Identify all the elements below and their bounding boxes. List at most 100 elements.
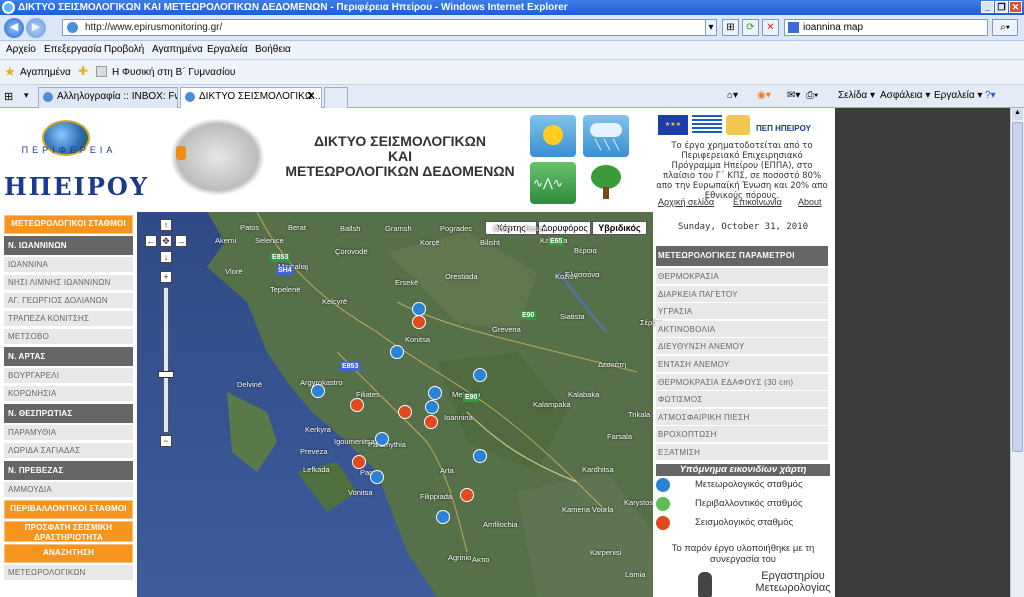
home-icon[interactable]: ⌂▾ (727, 90, 738, 101)
left-menu-item-8[interactable]: ΒΟΥΡΓΑΡΕΛΙ (4, 368, 133, 384)
seismic-station-marker-icon[interactable] (412, 315, 426, 329)
forward-arrow-icon[interactable]: ▶ (26, 18, 46, 38)
tab-mail[interactable]: Αλληλογραφία :: INBOX: Fw... (38, 87, 178, 108)
scroll-thumb[interactable] (1012, 122, 1023, 452)
minimize-button[interactable]: _ (981, 1, 994, 13)
param-item-5[interactable]: ΕΝΤΑΣΗ ΑΝΕΜΟΥ (656, 356, 828, 373)
new-tab-button[interactable] (324, 87, 348, 108)
menu-view[interactable]: Προβολή (104, 44, 144, 55)
favorites-button[interactable]: Αγαπημένα (20, 67, 71, 78)
weather-station-marker-icon[interactable] (436, 510, 450, 524)
param-item-2[interactable]: ΥΓΡΑΣΙΑ (656, 303, 828, 321)
pan-center-icon[interactable]: ✥ (160, 235, 172, 247)
rain-cloud-icon[interactable]: ╲╲╲ (583, 115, 629, 157)
weather-station-marker-icon[interactable] (375, 432, 389, 446)
pan-up-icon[interactable]: ↑ (160, 219, 172, 231)
web-slice-icon[interactable] (96, 66, 107, 77)
print-icon[interactable]: ⎙▾ (806, 90, 818, 101)
maximize-button[interactable]: ❐ (995, 1, 1008, 13)
favorite-link[interactable]: Η Φυσική στη Β΄ Γυμνασίου (112, 67, 235, 78)
left-menu-item-14[interactable]: ΑΜΜΟΥΔΙΑ (4, 482, 133, 498)
vertical-scrollbar[interactable]: ▲ (1010, 108, 1024, 597)
param-item-7[interactable]: ΦΩΤΙΣΜΟΣ (656, 391, 828, 409)
mail-icon[interactable]: ✉▾ (787, 90, 800, 101)
weather-station-marker-icon[interactable] (425, 400, 439, 414)
refresh-icon[interactable]: ⟳ (742, 19, 759, 36)
help-icon[interactable]: ?▾ (985, 90, 996, 101)
left-menu-item-2[interactable]: ΙΩΑΝΝΙΝΑ (4, 257, 133, 273)
pan-left-icon[interactable]: ← (145, 235, 157, 247)
left-menu-item-1[interactable]: Ν. ΙΩΑΝΝΙΝΩΝ (4, 236, 133, 255)
tab-list-icon[interactable]: ▾ (24, 90, 29, 101)
left-menu-item-10[interactable]: Ν. ΘΕΣΠΡΩΤΙΑΣ (4, 404, 133, 423)
left-menu-item-5[interactable]: ΤΡΑΠΕΖΑ ΚΟΝΙΤΣΗΣ (4, 311, 133, 327)
zoom-slider-track[interactable] (163, 287, 169, 433)
param-item-10[interactable]: ΕΞΑΤΜΙΣΗ (656, 444, 828, 461)
scroll-up-icon[interactable]: ▲ (1012, 109, 1023, 120)
feeds-icon[interactable]: ◉▾ (757, 90, 771, 101)
back-arrow-icon[interactable]: ◀ (4, 18, 24, 38)
left-menu-item-13[interactable]: Ν. ΠΡΕΒΕΖΑΣ (4, 461, 133, 480)
param-item-9[interactable]: ΒΡΟΧΟΠΤΩΣΗ (656, 426, 828, 444)
left-menu-item-12[interactable]: ΛΩΡΙΔΑ ΣΑΓΙΑΔΑΣ (4, 443, 133, 459)
search-button-icon[interactable]: ⌕▾ (992, 19, 1018, 36)
safety-menu[interactable]: Ασφάλεια ▾ (880, 90, 930, 101)
param-item-6[interactable]: ΘΕΡΜΟΚΡΑΣΙΑ ΕΔΑΦΟΥΣ (30 cm) (656, 373, 828, 391)
menu-help[interactable]: Βοήθεια (255, 44, 291, 55)
left-menu-item-0[interactable]: ΜΕΤΕΩΡΟΛΟΓΙΚΟΙ ΣΤΑΘΜΟΙ (4, 215, 133, 234)
quick-tabs-icon[interactable]: ⊞ (4, 90, 13, 103)
search-input[interactable]: ioannina map (784, 19, 988, 36)
contact-link[interactable]: Επικοινωνία (733, 197, 782, 207)
param-item-8[interactable]: ΑΤΜΟΣΦΑΙΡΙΚΗ ΠΙΕΣΗ (656, 408, 828, 426)
weather-station-marker-icon[interactable] (428, 386, 442, 400)
pan-right-icon[interactable]: → (175, 235, 187, 247)
menu-file[interactable]: Αρχείο (6, 44, 36, 55)
address-input[interactable]: http://www.epirusmonitoring.gr/ (62, 19, 714, 36)
weather-station-marker-icon[interactable] (473, 449, 487, 463)
tree-icon[interactable] (583, 162, 629, 204)
weather-station-marker-icon[interactable] (390, 345, 404, 359)
param-item-3[interactable]: ΑΚΤΙΝΟΒΟΛΙΑ (656, 320, 828, 338)
close-window-button[interactable]: ✕ (1009, 1, 1022, 13)
map-type-hybrid-button[interactable]: Υβριδικός (592, 221, 647, 235)
pan-down-icon[interactable]: ↓ (160, 251, 172, 263)
left-menu-item-18[interactable]: ΜΕΤΕΩΡΟΛΟΓΙΚΩΝ (4, 565, 133, 581)
param-item-0[interactable]: ΘΕΡΜΟΚΡΑΣΙΑ (656, 268, 828, 285)
page-menu[interactable]: Σελίδα ▾ (838, 90, 875, 101)
zoom-out-icon[interactable]: − (160, 435, 172, 447)
sun-weather-icon[interactable] (530, 115, 576, 157)
seismic-station-marker-icon[interactable] (398, 405, 412, 419)
left-menu-item-6[interactable]: ΜΕΤΣΟΒΟ (4, 329, 133, 345)
left-menu-item-15[interactable]: ΠΕΡΙΒΑΛΛΟΝΤΙΚΟΙ ΣΤΑΘΜΟΙ (4, 500, 133, 519)
menu-favorites[interactable]: Αγαπημένα (152, 44, 203, 55)
menu-tools[interactable]: Εργαλεία (207, 44, 248, 55)
param-item-4[interactable]: ΔΙΕΥΘΥΝΣΗ ΑΝΕΜΟΥ (656, 338, 828, 356)
left-menu-item-3[interactable]: ΝΗΣΙ ΛΙΜΝΗΣ ΙΩΑΝΝΙΝΩΝ (4, 275, 133, 291)
left-menu-item-17[interactable]: ΑΝΑΖΗΤΗΣΗ (4, 544, 133, 563)
seismic-station-marker-icon[interactable] (352, 455, 366, 469)
home-link[interactable]: Αρχική σελίδα (658, 197, 714, 207)
seismograph-icon[interactable]: ∿⋀∿ (530, 162, 576, 204)
left-menu-item-7[interactable]: Ν. ΑΡΤΑΣ (4, 347, 133, 366)
address-dropdown-icon[interactable]: ▾ (705, 19, 717, 36)
left-menu-item-16[interactable]: ΠΡΟΣΦΑΤΗ ΣΕΙΣΜΙΚΗ ΔΡΑΣΤΗΡΙΟΤΗΤΑ (4, 521, 133, 542)
add-favorite-icon[interactable]: ✚ (78, 64, 88, 78)
seismic-station-marker-icon[interactable] (424, 415, 438, 429)
seismic-station-marker-icon[interactable] (350, 398, 364, 412)
seismic-station-marker-icon[interactable] (460, 488, 474, 502)
weather-station-marker-icon[interactable] (473, 368, 487, 382)
stop-icon[interactable]: ✕ (762, 19, 779, 36)
left-menu-item-9[interactable]: ΚΟΡΩΝΗΣΙΑ (4, 386, 133, 402)
tab-active[interactable]: ΔΙΚΤΥΟ ΣΕΙΣΜΟΛΟΓΙΚΩ... ✕ (180, 87, 322, 108)
about-link[interactable]: About (798, 197, 822, 207)
param-item-1[interactable]: ΔΙΑΡΚΕΙΑ ΠΑΓΕΤΟΥ (656, 285, 828, 303)
zoom-in-icon[interactable]: + (160, 271, 172, 283)
favorites-star-icon[interactable]: ★ (4, 64, 16, 80)
compat-view-icon[interactable]: ⊞ (722, 19, 739, 36)
weather-station-marker-icon[interactable] (311, 384, 325, 398)
weather-station-marker-icon[interactable] (370, 470, 384, 484)
menu-edit[interactable]: Επεξεργασία (44, 44, 102, 55)
left-menu-item-4[interactable]: ΑΓ. ΓΕΩΡΓΙΟΣ ΔΟΛΙΑΝΩΝ (4, 293, 133, 309)
left-menu-item-11[interactable]: ΠΑΡΑΜΥΘΙΑ (4, 425, 133, 441)
zoom-slider-thumb[interactable] (158, 371, 174, 378)
